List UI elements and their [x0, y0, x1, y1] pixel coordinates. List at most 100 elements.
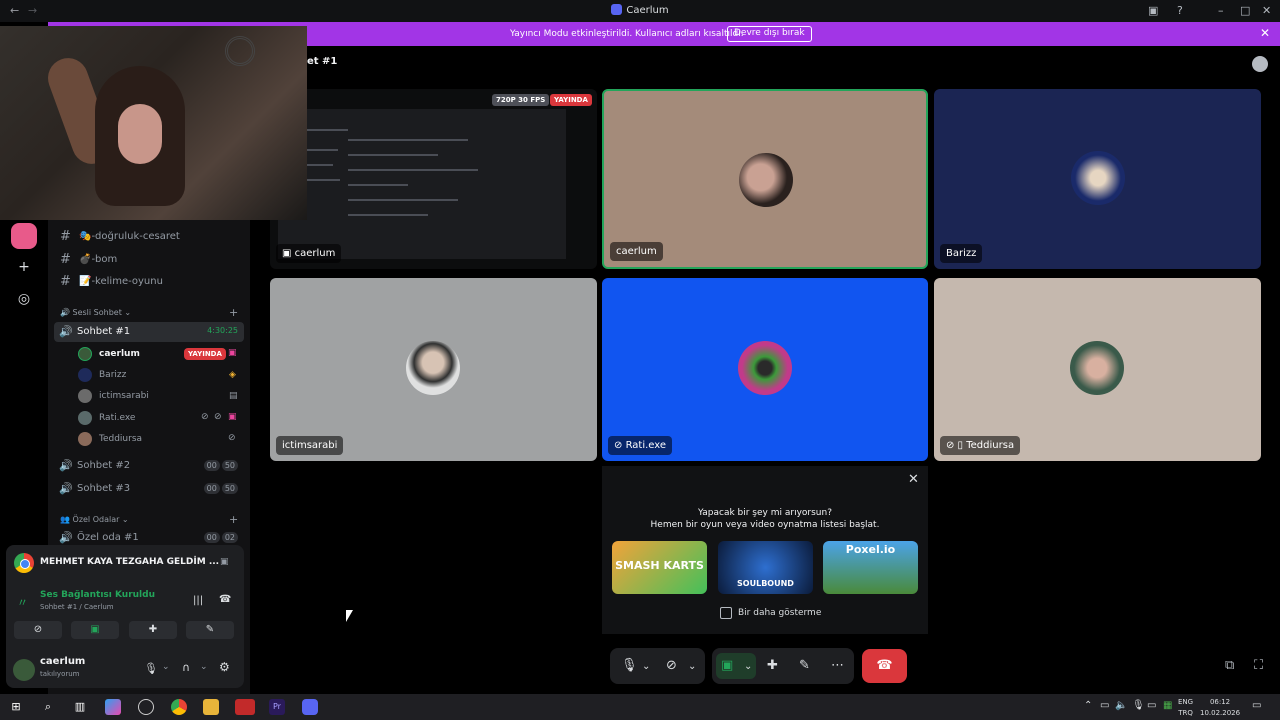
game-card-smash-karts[interactable]: SMASH KARTS [612, 541, 707, 594]
stream-quality-badge: 720P 30 FPS [492, 94, 550, 106]
voice-member[interactable]: Teddiursa [78, 429, 244, 449]
mic-tray-icon[interactable]: 🎙 [1132, 700, 1145, 711]
fullscreen-icon[interactable]: ⛶ [1254, 658, 1263, 673]
dont-show-again-checkbox[interactable] [720, 607, 732, 619]
network-icon[interactable]: ▭ [1147, 700, 1156, 711]
close-window-icon[interactable]: ✕ [1262, 4, 1271, 17]
participant-tile[interactable]: ⊘ Rati.exe [602, 278, 928, 461]
channel-item[interactable]: # 🎭-doğruluk-cesaret [56, 227, 246, 247]
game-card-poxel[interactable]: Poxel.io [823, 541, 918, 594]
chevron-down-icon[interactable]: ⌄ [200, 662, 208, 672]
avatar [78, 411, 92, 425]
banner-close-icon[interactable]: ✕ [1260, 26, 1270, 40]
help-icon[interactable]: ? [1177, 4, 1183, 17]
minimize-icon[interactable]: – [1218, 4, 1224, 17]
speaker-icon: 🔊 [59, 459, 73, 472]
inbox-icon[interactable]: ▣ [1148, 4, 1158, 17]
leave-call-button[interactable]: ☎ [862, 649, 907, 683]
add-server-icon[interactable]: + [15, 258, 33, 276]
disconnect-icon[interactable]: ☎ [219, 594, 231, 605]
voice-category-label: Sesli Sohbet [72, 308, 122, 317]
chevron-down-icon[interactable]: ⌄ [642, 661, 650, 672]
game-card-soulbound[interactable]: SOULBOUND [718, 541, 813, 594]
noise-suppression-icon[interactable]: ||| [193, 595, 203, 606]
disable-streamer-mode-button[interactable]: Devre dışı bırak [727, 26, 812, 42]
clock-time: 06:12 [1209, 698, 1231, 706]
voice-member[interactable]: Barizz [78, 365, 244, 385]
tray-app-icon[interactable]: ▭ [1100, 700, 1109, 711]
task-view-icon[interactable]: ▥ [72, 699, 88, 715]
tray-chevron-icon[interactable]: ⌃ [1084, 700, 1092, 711]
voice-channel-sohbet-2[interactable]: 🔊 Sohbet #2 00 50 [54, 456, 244, 476]
activities-icon[interactable]: ✚ [767, 658, 778, 673]
user-avatar[interactable] [13, 659, 35, 681]
participant-tile[interactable]: caerlum [602, 89, 928, 269]
chevron-down-icon[interactable]: ⌄ [162, 662, 170, 672]
tile-name: Rati.exe [625, 440, 667, 451]
camera-off-icon[interactable]: ⊘ [666, 658, 677, 673]
preview-line [348, 139, 468, 141]
popout-icon[interactable]: ⧉ [1225, 658, 1234, 673]
activity-icon: ▣ [228, 348, 237, 358]
file-explorer-icon[interactable] [203, 699, 219, 715]
windows-start-icon[interactable]: ⊞ [8, 699, 24, 715]
camera-off-button[interactable]: ⊘ [14, 621, 62, 639]
popup-close-icon[interactable]: ✕ [908, 472, 919, 487]
settings-gear-icon[interactable]: ⚙ [219, 660, 230, 674]
participant-tile[interactable]: ⊘ ▯ Teddiursa [934, 278, 1261, 461]
activities-button[interactable]: ✚ [129, 621, 177, 639]
popup-subtitle: Hemen bir oyun veya video oynatma listes… [650, 520, 880, 530]
member-name: caerlum [99, 349, 140, 359]
clock[interactable]: 06:12 10.02.2026 [1200, 697, 1240, 719]
maximize-icon[interactable]: □ [1240, 4, 1250, 17]
headphones-icon[interactable]: ∩ [182, 661, 190, 674]
voice-category[interactable]: 🔊 Sesli Sohbet ⌄ [60, 308, 131, 317]
private-category[interactable]: 👥 Özel Odalar ⌄ [60, 515, 129, 524]
copilot-icon[interactable] [105, 699, 121, 715]
soundboard-icon[interactable]: ✎ [799, 658, 810, 673]
premiere-icon[interactable]: Pr [269, 699, 285, 715]
screen-share-tile[interactable]: 720P 30 FPS YAYINDA ▣ caerlum [270, 89, 597, 269]
discover-icon[interactable]: ◎ [15, 290, 33, 308]
steam-icon[interactable] [138, 699, 154, 715]
live-badge: YAYINDA [550, 94, 592, 106]
chrome-taskbar-icon[interactable] [171, 699, 187, 715]
language-indicator[interactable]: ENG TRQ [1178, 697, 1193, 719]
participant-tile[interactable]: Barizz [934, 89, 1261, 269]
voicemeeter-icon[interactable] [235, 699, 255, 715]
chevron-down-icon[interactable]: ⌄ [688, 661, 696, 672]
channel-item[interactable]: # 📝-kelime-oyunu [56, 272, 246, 292]
screen-share-button[interactable]: ▣ [71, 621, 119, 639]
soundboard-button[interactable]: ✎ [186, 621, 234, 639]
discord-taskbar-icon[interactable] [302, 699, 318, 715]
search-icon[interactable]: ⌕ [40, 699, 56, 715]
chevron-down-icon[interactable]: ⌄ [744, 661, 752, 672]
connection-channel[interactable]: Sohbet #1 / Caerlum [40, 603, 114, 611]
voice-channel-sohbet-1[interactable]: 🔊 Sohbet #1 4:30:25 [54, 322, 244, 342]
game-title: SOULBOUND [737, 579, 794, 588]
channel-item[interactable]: # 💣-bom [56, 250, 246, 270]
private-category-label: Özel Odalar [72, 515, 120, 524]
tray-app-icon[interactable]: ▦ [1163, 700, 1172, 711]
hide-activity-icon[interactable]: ▣ [220, 557, 229, 567]
add-voice-channel-icon[interactable]: + [229, 306, 238, 319]
microphone-icon[interactable]: 🎙 [621, 658, 638, 673]
lang-primary: ENG [1178, 698, 1194, 706]
voice-channel-sohbet-3[interactable]: 🔊 Sohbet #3 00 50 [54, 479, 244, 499]
volume-icon[interactable]: 🔈 [1115, 700, 1127, 711]
microphone-icon[interactable]: 🎙 [144, 662, 158, 675]
user-name[interactable]: caerlum [40, 656, 85, 667]
game-title: SMASH KARTS [615, 559, 704, 572]
notifications-icon[interactable]: ▭ [1252, 700, 1261, 711]
participants-icon[interactable] [1252, 56, 1268, 72]
game-title: Poxel.io [845, 543, 896, 556]
server-avatar[interactable] [11, 223, 37, 249]
voice-member[interactable]: ictimsarabi [78, 386, 244, 406]
participant-tile[interactable]: ictimsarabi [270, 278, 597, 461]
more-icon[interactable]: ⋯ [831, 658, 844, 673]
add-private-channel-icon[interactable]: + [229, 513, 238, 526]
tile-label: ⊘ Rati.exe [608, 436, 673, 455]
now-playing[interactable]: MEHMET KAYA TEZGAHA GELDİM ... [40, 557, 219, 567]
connection-status[interactable]: Ses Bağlantısı Kuruldu [40, 590, 155, 600]
screen-share-icon[interactable]: ▣ [721, 658, 733, 673]
